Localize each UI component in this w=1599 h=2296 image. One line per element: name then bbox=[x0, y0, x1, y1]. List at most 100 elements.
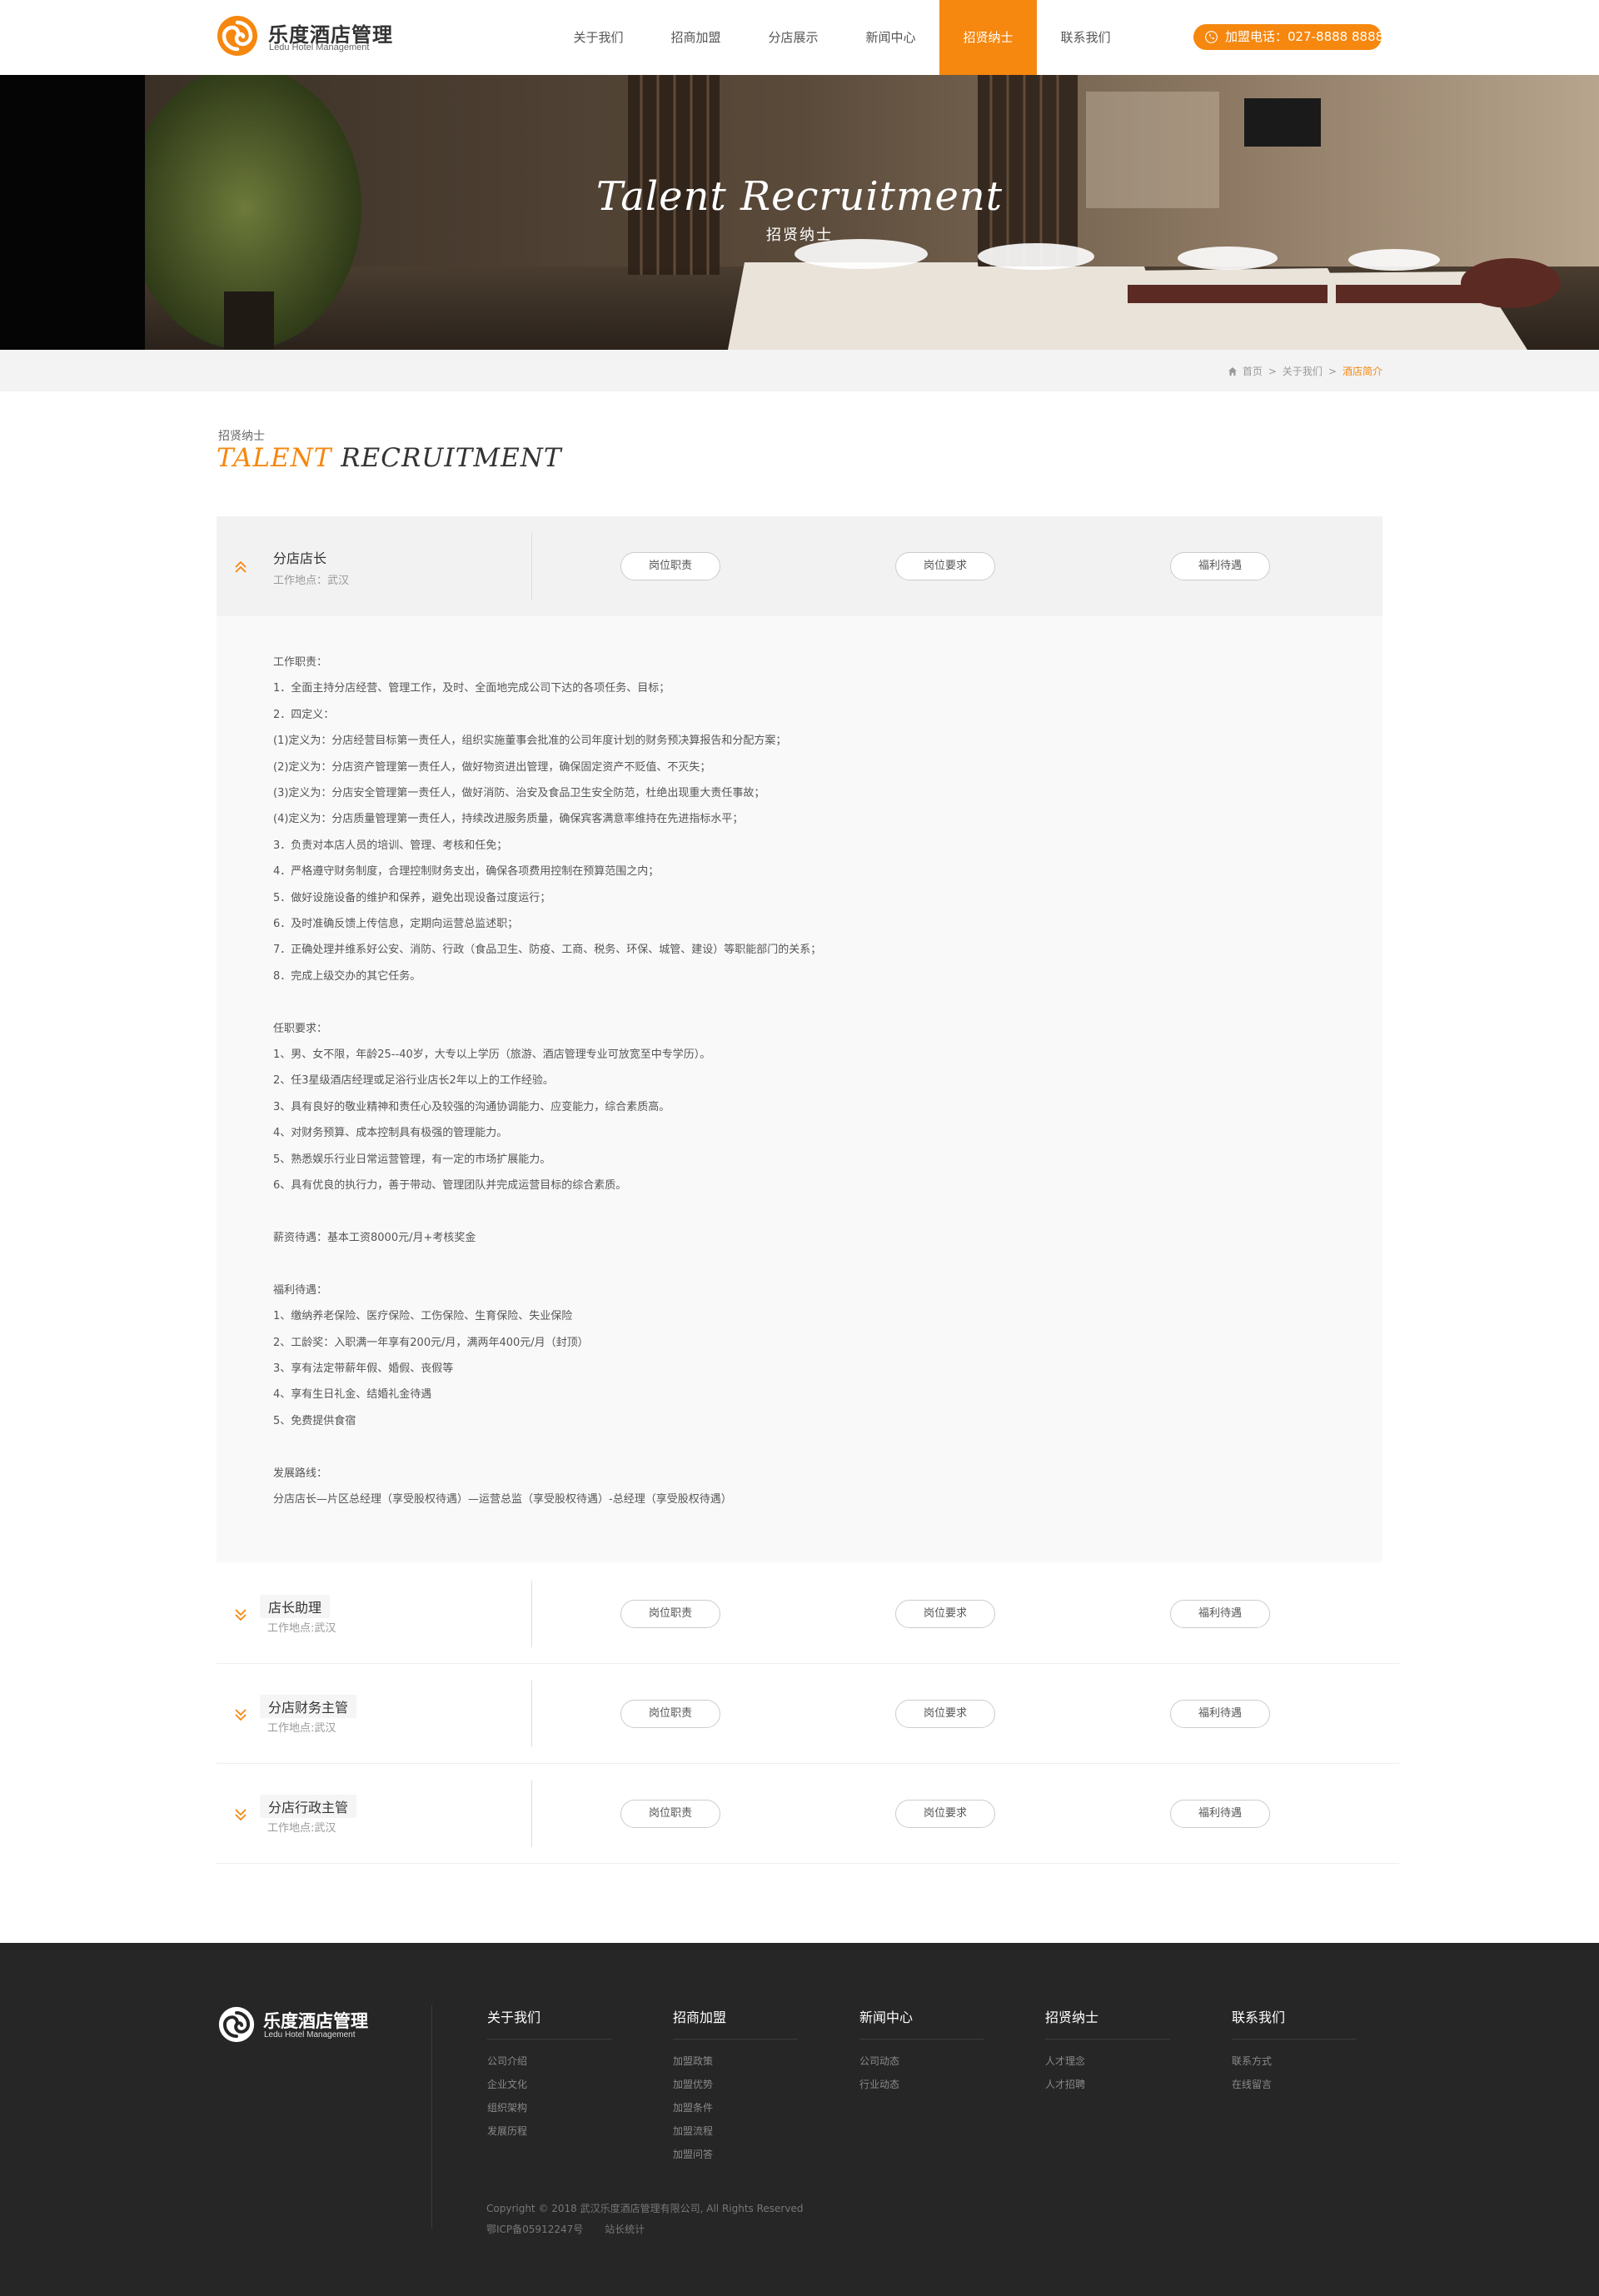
job-item: 分店行政主管 工作地点:武汉 岗位职责 岗位要求 福利待遇 bbox=[217, 1764, 1399, 1864]
footer-col-title: 联系我们 bbox=[1232, 2006, 1357, 2040]
footer-logo[interactable]: 乐度酒店管理 Ledu Hotel Management bbox=[218, 2006, 385, 2043]
benefits-button[interactable]: 福利待遇 bbox=[1170, 1600, 1270, 1628]
job-detail-line: 6、具有优良的执行力，善于带动、管理团队并完成运营目标的综合素质。 bbox=[273, 1179, 627, 1193]
footer-link[interactable]: 加盟条件 bbox=[673, 2096, 798, 2119]
job-location: 工作地点：武汉 bbox=[273, 575, 350, 587]
job-header[interactable]: 分店行政主管 工作地点:武汉 岗位职责 岗位要求 福利待遇 bbox=[217, 1764, 1399, 1864]
job-detail-line: 3．负责对本店人员的培训、管理、考核和任免； bbox=[273, 839, 508, 852]
site-header: 乐度酒店管理 Ledu Hotel Management 关于我们 招商加盟 分… bbox=[0, 0, 1599, 75]
job-detail-line: 2、任3星级酒店经理或足浴行业店长2年以上的工作经验。 bbox=[273, 1074, 554, 1088]
benefits-button[interactable]: 福利待遇 bbox=[1170, 552, 1270, 580]
job-detail-line: 薪资待遇：基本工资8000元/月+考核奖金 bbox=[273, 1231, 476, 1244]
hotline-text: 加盟电话：027-8888 8888 bbox=[1225, 29, 1384, 44]
icp-link[interactable]: 鄂ICP备05912247号 bbox=[486, 2224, 583, 2235]
home-icon bbox=[1228, 366, 1237, 376]
footer-col-title: 新闻中心 bbox=[859, 2006, 984, 2040]
section-title-cn: 招贤纳士 bbox=[218, 430, 265, 443]
duties-button[interactable]: 岗位职责 bbox=[620, 1700, 720, 1728]
footer-col-recruitment: 招贤纳士 人才理念 人才招聘 bbox=[1045, 2006, 1170, 2096]
job-detail-line: 4．严格遵守财务制度，合理控制财务支出，确保各项费用控制在预算范围之内； bbox=[273, 865, 660, 879]
collapse-up-icon[interactable] bbox=[233, 560, 248, 575]
swirl-logo-icon bbox=[218, 2006, 255, 2043]
stats-link[interactable]: 站长统计 bbox=[605, 2224, 645, 2235]
expand-down-icon[interactable] bbox=[233, 1807, 248, 1822]
banner-title: Talent Recruitment bbox=[595, 173, 1004, 220]
breadcrumb-about[interactable]: 关于我们 bbox=[1283, 364, 1323, 378]
requirements-button[interactable]: 岗位要求 bbox=[895, 1600, 995, 1628]
job-detail-line: 8．完成上级交办的其它任务。 bbox=[273, 969, 421, 983]
footer-link[interactable]: 组织架构 bbox=[487, 2096, 612, 2119]
section-title-en: TALENT RECRUITMENT bbox=[217, 443, 562, 473]
job-details: 工作职责： 1．全面主持分店经营、管理工作，及时、全面地完成公司下达的各项任务、目… bbox=[217, 616, 1382, 1563]
requirements-button[interactable]: 岗位要求 bbox=[895, 1700, 995, 1728]
job-item: 分店店长 工作地点：武汉 岗位职责 岗位要求 福利待遇 工作职责： 1．全面主持分… bbox=[217, 516, 1382, 1563]
job-detail-line: (4)定义为：分店质量管理第一责任人，持续改进服务质量，确保宾客满意率维持在先进… bbox=[273, 813, 744, 826]
job-title: 分店店长 bbox=[273, 550, 327, 566]
nav-item-news[interactable]: 新闻中心 bbox=[842, 0, 939, 75]
job-location: 工作地点:武汉 bbox=[267, 1822, 336, 1835]
footer-link[interactable]: 加盟问答 bbox=[673, 2143, 798, 2166]
expand-down-icon[interactable] bbox=[233, 1707, 248, 1722]
duties-button[interactable]: 岗位职责 bbox=[620, 1600, 720, 1628]
footer-link[interactable]: 人才理念 bbox=[1045, 2049, 1170, 2073]
job-detail-line: 7．正确处理并维系好公安、消防、行政（食品卫生、防疫、工商、税务、环保、城管、建… bbox=[273, 944, 822, 957]
footer-link[interactable]: 发展历程 bbox=[487, 2119, 612, 2143]
nav-item-franchise[interactable]: 招商加盟 bbox=[647, 0, 745, 75]
breadcrumb-bar: 首页 > 关于我们 > 酒店简介 bbox=[0, 350, 1599, 391]
nav-item-contact[interactable]: 联系我们 bbox=[1037, 0, 1134, 75]
swirl-logo-icon bbox=[217, 16, 257, 56]
logo-name-en: Ledu Hotel Management bbox=[269, 42, 370, 52]
job-detail-line: 1、缴纳养老保险、医疗保险、工伤保险、生育保险、失业保险 bbox=[273, 1310, 573, 1323]
job-header[interactable]: 店长助理 工作地点:武汉 岗位职责 岗位要求 福利待遇 bbox=[217, 1564, 1399, 1664]
duties-button[interactable]: 岗位职责 bbox=[620, 552, 720, 580]
job-detail-line: 福利待遇： bbox=[273, 1283, 328, 1297]
footer-link[interactable]: 加盟优势 bbox=[673, 2073, 798, 2096]
footer-col-contact: 联系我们 联系方式 在线留言 bbox=[1232, 2006, 1357, 2096]
breadcrumb: 首页 > 关于我们 > 酒店简介 bbox=[1228, 364, 1382, 378]
job-location: 工作地点:武汉 bbox=[267, 1722, 336, 1735]
copyright-text: Copyright © 2018 武汉乐度酒店管理有限公司, All Right… bbox=[486, 2203, 804, 2214]
footer-link[interactable]: 公司动态 bbox=[859, 2049, 984, 2073]
job-header[interactable]: 分店财务主管 工作地点:武汉 岗位职责 岗位要求 福利待遇 bbox=[217, 1664, 1399, 1764]
job-detail-line: 任职要求： bbox=[273, 1022, 328, 1035]
job-detail-line: 3、具有良好的敬业精神和责任心及较强的沟通协调能力、应变能力，综合素质高。 bbox=[273, 1100, 670, 1113]
phone-icon bbox=[1205, 31, 1218, 43]
logo[interactable]: 乐度酒店管理 Ledu Hotel Management bbox=[217, 15, 400, 58]
hotline-button[interactable]: 加盟电话：027-8888 8888 bbox=[1193, 24, 1384, 50]
main-nav: 关于我们 招商加盟 分店展示 新闻中心 招贤纳士 联系我们 bbox=[550, 0, 1134, 75]
breadcrumb-current[interactable]: 酒店简介 bbox=[1342, 364, 1382, 378]
footer-col-about: 关于我们 公司介绍 企业文化 组织架构 发展历程 bbox=[487, 2006, 612, 2143]
job-detail-line: 1、男、女不限，年龄25--40岁，大专以上学历（旅游、酒店管理专业可放宽至中专… bbox=[273, 1048, 711, 1062]
breadcrumb-home[interactable]: 首页 bbox=[1243, 364, 1263, 378]
duties-button[interactable]: 岗位职责 bbox=[620, 1800, 720, 1828]
job-detail-line: 工作职责： bbox=[273, 656, 328, 669]
footer-link[interactable]: 加盟流程 bbox=[673, 2119, 798, 2143]
nav-item-branches[interactable]: 分店展示 bbox=[745, 0, 842, 75]
job-detail-line: (3)定义为：分店安全管理第一责任人，做好消防、治安及食品卫生安全防范，杜绝出现… bbox=[273, 787, 765, 800]
benefits-button[interactable]: 福利待遇 bbox=[1170, 1700, 1270, 1728]
expand-down-icon[interactable] bbox=[233, 1607, 248, 1622]
footer-link[interactable]: 企业文化 bbox=[487, 2073, 612, 2096]
footer-link[interactable]: 行业动态 bbox=[859, 2073, 984, 2096]
job-detail-line: 5．做好设施设备的维护和保养，避免出现设备过度运行； bbox=[273, 891, 551, 904]
requirements-button[interactable]: 岗位要求 bbox=[895, 1800, 995, 1828]
job-detail-line: (1)定义为：分店经营目标第一责任人，组织实施董事会批准的公司年度计划的财务预决… bbox=[273, 735, 787, 748]
requirements-button[interactable]: 岗位要求 bbox=[895, 552, 995, 580]
nav-item-recruitment[interactable]: 招贤纳士 bbox=[939, 0, 1037, 75]
footer-link[interactable]: 在线留言 bbox=[1232, 2073, 1357, 2096]
job-detail-line: 4、对财务预算、成本控制具有极强的管理能力。 bbox=[273, 1127, 508, 1140]
footer-link[interactable]: 公司介绍 bbox=[487, 2049, 612, 2073]
job-item: 店长助理 工作地点:武汉 岗位职责 岗位要求 福利待遇 bbox=[217, 1564, 1399, 1664]
job-header[interactable]: 分店店长 工作地点：武汉 岗位职责 岗位要求 福利待遇 bbox=[217, 516, 1382, 616]
site-footer: 乐度酒店管理 Ledu Hotel Management 关于我们 公司介绍 企… bbox=[0, 1943, 1599, 2296]
job-detail-line: 2．四定义： bbox=[273, 708, 335, 721]
benefits-button[interactable]: 福利待遇 bbox=[1170, 1800, 1270, 1828]
footer-link[interactable]: 加盟政策 bbox=[673, 2049, 798, 2073]
job-detail-line: 2、工龄奖：入职满一年享有200元/月，满两年400元/月（封顶） bbox=[273, 1336, 589, 1349]
footer-copyright-block: Copyright © 2018 武汉乐度酒店管理有限公司, All Right… bbox=[486, 2199, 803, 2240]
nav-item-about[interactable]: 关于我们 bbox=[550, 0, 647, 75]
footer-link[interactable]: 人才招聘 bbox=[1045, 2073, 1170, 2096]
footer-col-title: 关于我们 bbox=[487, 2006, 612, 2040]
footer-logo-name-en: Ledu Hotel Management bbox=[264, 2030, 356, 2040]
footer-link[interactable]: 联系方式 bbox=[1232, 2049, 1357, 2073]
